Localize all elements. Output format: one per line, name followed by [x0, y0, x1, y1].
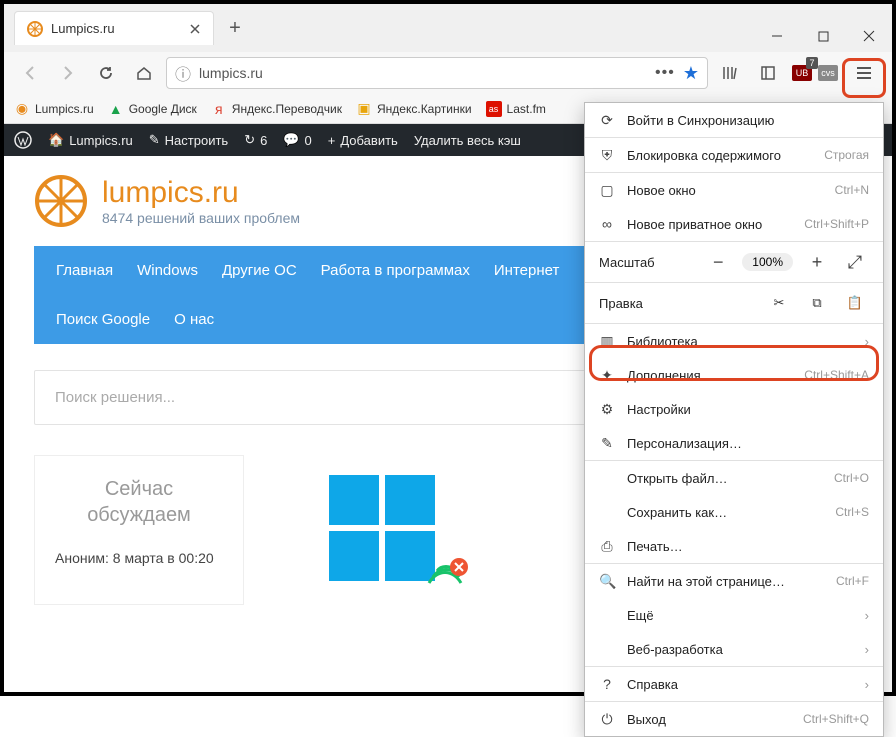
nav-item[interactable]: Поиск Google	[56, 311, 150, 328]
menu-exit[interactable]: ⏻ВыходCtrl+Shift+Q	[585, 702, 883, 736]
paste-button[interactable]: 📋	[841, 290, 869, 316]
tab-close-button[interactable]	[187, 21, 203, 37]
titlebar: Lumpics.ru +	[4, 4, 892, 52]
nav-item[interactable]: Главная	[56, 262, 113, 279]
wp-customize[interactable]: ✎ Настроить	[149, 132, 228, 148]
menu-settings[interactable]: ⚙Настройки	[585, 392, 883, 426]
bookmark-item[interactable]: ◉Lumpics.ru	[14, 101, 94, 117]
fullscreen-button[interactable]: ⤢	[841, 249, 869, 275]
chevron-right-icon: ›	[865, 642, 869, 657]
nav-item[interactable]: О нас	[174, 311, 214, 328]
new-tab-button[interactable]: +	[220, 13, 250, 43]
power-icon: ⏻	[599, 711, 615, 728]
menu-addons[interactable]: ✦ДополненияCtrl+Shift+A	[585, 358, 883, 392]
menu-sync[interactable]: ⟳Войти в Синхронизацию	[585, 103, 883, 137]
reload-button[interactable]	[90, 57, 122, 89]
toolbar: ⓘ lumpics.ru ••• ★ UB 7 cvs	[4, 52, 892, 94]
menu-print[interactable]: ⎙Печать…	[585, 529, 883, 563]
article-thumbnail[interactable]	[274, 455, 504, 605]
window-maximize-button[interactable]	[800, 20, 846, 52]
gear-icon: ⚙	[599, 401, 615, 418]
shield-icon: ⛨	[599, 147, 615, 164]
zoom-in-button[interactable]: +	[803, 249, 831, 275]
page-actions-icon[interactable]: •••	[655, 64, 675, 82]
chevron-right-icon: ›	[865, 334, 869, 349]
nav-item[interactable]: Работа в программах	[321, 262, 470, 279]
url-bar[interactable]: ⓘ lumpics.ru ••• ★	[166, 57, 708, 89]
print-icon: ⎙	[599, 538, 615, 555]
ublock-icon[interactable]: UB 7	[790, 61, 814, 85]
discuss-entry[interactable]: Аноним: 8 марта в 00:20	[55, 550, 223, 566]
menu-content-blocking[interactable]: ⛨Блокировка содержимогоСтрогая	[585, 138, 883, 172]
sidebar-icon[interactable]	[752, 57, 784, 89]
tab-active[interactable]: Lumpics.ru	[14, 11, 214, 45]
bookmark-item[interactable]: яЯндекс.Переводчик	[211, 101, 342, 117]
menu-webdev[interactable]: Веб-разработка›	[585, 632, 883, 666]
cut-button[interactable]: ✂	[765, 290, 793, 316]
menu-zoom: Масштаб − 100% + ⤢	[585, 242, 883, 282]
menu-private-window[interactable]: ∞Новое приватное окноCtrl+Shift+P	[585, 207, 883, 241]
forward-button[interactable]	[52, 57, 84, 89]
copy-button[interactable]: ⧉	[803, 290, 831, 316]
tab-title: Lumpics.ru	[51, 21, 179, 36]
home-button[interactable]	[128, 57, 160, 89]
site-name: lumpics.ru	[102, 176, 300, 210]
menu-more[interactable]: Ещё›	[585, 598, 883, 632]
menu-library[interactable]: ▥Библиотека›	[585, 324, 883, 358]
wp-add[interactable]: + Добавить	[328, 133, 398, 148]
window-close-button[interactable]	[846, 20, 892, 52]
library-icon[interactable]	[714, 57, 746, 89]
window-minimize-button[interactable]	[754, 20, 800, 52]
menu-new-window[interactable]: ▢Новое окноCtrl+N	[585, 173, 883, 207]
nav-item[interactable]: Интернет	[494, 262, 559, 279]
search-icon: 🔍	[599, 573, 615, 590]
paint-icon: ✎	[599, 435, 615, 452]
menu-open-file[interactable]: Открыть файл…Ctrl+O	[585, 461, 883, 495]
zoom-value: 100%	[742, 253, 793, 271]
wp-updates[interactable]: ↻ 6	[244, 132, 267, 148]
bookmark-star-icon[interactable]: ★	[683, 63, 699, 84]
nav-item[interactable]: Windows	[137, 262, 198, 279]
app-menu: ⟳Войти в Синхронизацию ⛨Блокировка содер…	[584, 102, 884, 737]
menu-find[interactable]: 🔍Найти на этой странице…Ctrl+F	[585, 564, 883, 598]
wp-purge-cache[interactable]: Удалить весь кэш	[414, 133, 521, 148]
bookmark-item[interactable]: ▣Яндекс.Картинки	[356, 101, 472, 117]
menu-personalize[interactable]: ✎Персонализация…	[585, 426, 883, 460]
site-info-icon[interactable]: ⓘ	[175, 61, 191, 85]
bookmark-item[interactable]: ▲Google Диск	[108, 101, 197, 117]
window-icon: ▢	[599, 182, 615, 199]
nav-item[interactable]: Другие ОС	[222, 262, 297, 279]
bookmark-item[interactable]: asLast.fm	[486, 101, 546, 117]
help-icon: ?	[599, 676, 615, 692]
library-icon: ▥	[599, 333, 615, 350]
discuss-title: Сейчас обсуждаем	[55, 476, 223, 528]
chevron-right-icon: ›	[865, 677, 869, 692]
wp-logo[interactable]	[14, 131, 32, 149]
back-button[interactable]	[14, 57, 46, 89]
menu-edit: Правка ✂ ⧉ 📋	[585, 283, 883, 323]
sync-icon: ⟳	[599, 112, 615, 129]
site-logo-icon	[34, 174, 88, 228]
discuss-card: Сейчас обсуждаем Аноним: 8 марта в 00:20	[34, 455, 244, 605]
wp-comments[interactable]: 💬 0	[283, 132, 311, 148]
puzzle-icon: ✦	[599, 367, 615, 384]
menu-save-as[interactable]: Сохранить как…Ctrl+S	[585, 495, 883, 529]
site-tagline: 8474 решений ваших проблем	[102, 210, 300, 226]
url-text: lumpics.ru	[199, 65, 647, 81]
mask-icon: ∞	[599, 216, 615, 232]
wp-site[interactable]: 🏠 Lumpics.ru	[48, 132, 133, 148]
chevron-right-icon: ›	[865, 608, 869, 623]
extension-icon[interactable]: cvs	[816, 61, 840, 85]
hamburger-menu-button[interactable]	[846, 57, 882, 89]
tab-favicon	[27, 21, 43, 37]
zoom-out-button[interactable]: −	[704, 249, 732, 275]
